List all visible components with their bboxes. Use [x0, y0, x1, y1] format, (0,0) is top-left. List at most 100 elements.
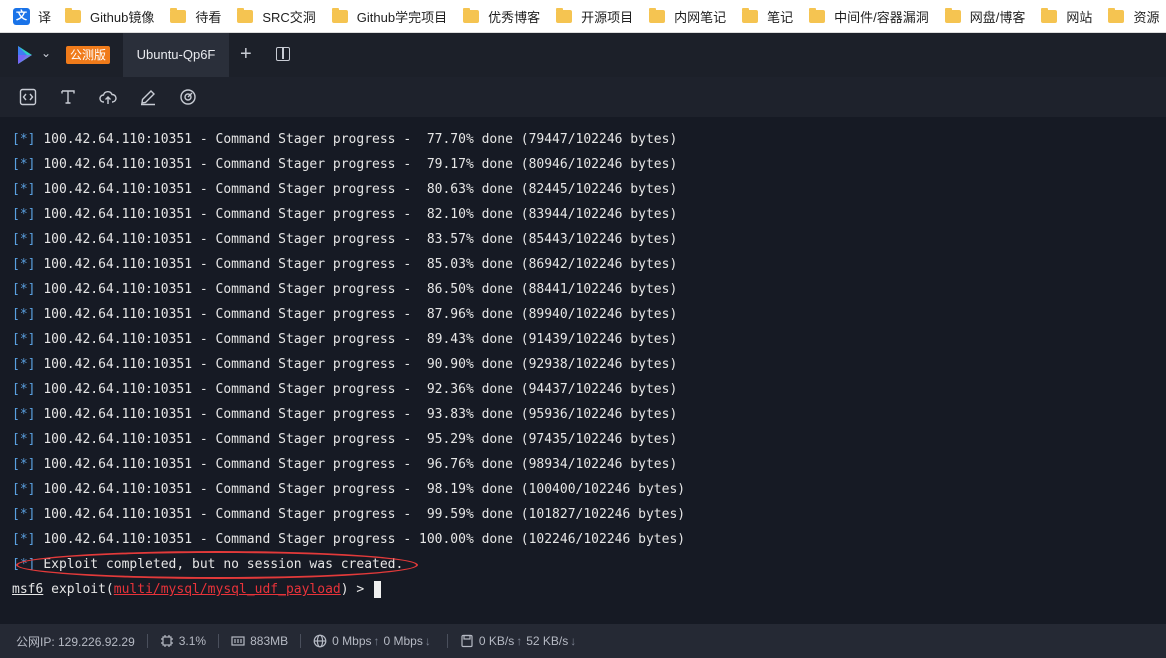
beta-badge: 公测版	[66, 46, 111, 64]
terminal-line: [*] 100.42.64.110:10351 - Command Stager…	[12, 252, 677, 277]
highlight-ellipse	[16, 551, 418, 579]
upload-cloud-icon[interactable]	[99, 88, 117, 106]
divider	[218, 634, 220, 648]
terminal-line: [*] 100.42.64.110:10351 - Command Stager…	[12, 427, 677, 452]
bookmark-folder[interactable]: 开源项目	[556, 7, 633, 26]
status-tag: [*]	[12, 132, 36, 147]
bookmark-label: Github学完项目	[356, 9, 448, 25]
divider	[300, 634, 302, 648]
progress-text: 100.42.64.110:10351 - Command Stager pro…	[43, 457, 678, 472]
app-tab-bar: ⌄ 公测版 Ubuntu-Qp6F +	[0, 33, 1166, 77]
folder-icon	[944, 7, 961, 23]
code-icon[interactable]	[19, 88, 37, 106]
progress-text: 100.42.64.110:10351 - Command Stager pro…	[43, 307, 678, 322]
chevron-down-icon[interactable]: ⌄	[41, 46, 51, 60]
folder-icon	[556, 7, 573, 23]
bookmark-folder[interactable]: 网站	[1041, 7, 1092, 26]
bookmark-label: 译	[38, 9, 52, 25]
bookmark-folder[interactable]: 内网笔记	[649, 7, 726, 26]
terminal-line: [*] 100.42.64.110:10351 - Command Stager…	[12, 202, 677, 227]
status-tag: [*]	[12, 282, 36, 297]
prompt-module: multi/mysql/mysql_udf_payload	[113, 582, 341, 597]
disk-icon	[461, 634, 473, 648]
gauge-icon[interactable]	[179, 88, 197, 106]
tab-ubuntu[interactable]: Ubuntu-Qp6F	[123, 33, 229, 77]
progress-text: 100.42.64.110:10351 - Command Stager pro…	[43, 207, 678, 222]
disk-usage: 0 KB/s ↑ 52 KB/s ↓	[460, 634, 580, 648]
terminal-line: [*] 100.42.64.110:10351 - Command Stager…	[12, 127, 677, 152]
terminal-cursor	[374, 581, 382, 598]
bookmark-folder[interactable]: 优秀博客	[463, 7, 540, 26]
add-tab-icon[interactable]: +	[240, 43, 252, 65]
terminal-line: [*] 100.42.64.110:10351 - Command Stager…	[12, 277, 677, 302]
status-tag: [*]	[12, 382, 36, 397]
bookmark-label: 中间件/容器漏洞	[834, 9, 929, 25]
translate-icon: 文	[13, 7, 30, 25]
status-tag: [*]	[12, 157, 36, 172]
bookmark-folder[interactable]: 待看	[170, 7, 221, 26]
bookmark-label: SRC交洞	[262, 9, 316, 25]
bookmark-folder[interactable]: Github镜像	[65, 7, 154, 26]
bookmark-label: 笔记	[767, 9, 794, 25]
progress-text: 100.42.64.110:10351 - Command Stager pro…	[43, 332, 678, 347]
bookmark-translate[interactable]: 文 译	[13, 7, 51, 26]
bookmarks-bar: 文 译 Github镜像 待看 SRC交洞 Github学完项目 优秀博客 开源项目 内网笔…	[0, 0, 1166, 33]
bookmark-label: 资源	[1133, 9, 1160, 25]
app-logo-icon[interactable]	[14, 44, 36, 66]
bookmark-label: 开源项目	[581, 9, 634, 25]
progress-text: 100.42.64.110:10351 - Command Stager pro…	[43, 407, 678, 422]
progress-text: 100.42.64.110:10351 - Command Stager pro…	[43, 257, 678, 272]
progress-text: 100.42.64.110:10351 - Command Stager pro…	[43, 382, 678, 397]
folder-icon	[65, 7, 82, 23]
prompt-command-prefix: exploit(	[51, 582, 114, 597]
terminal-line: [*] 100.42.64.110:10351 - Command Stager…	[12, 452, 677, 477]
split-view-icon[interactable]	[276, 47, 290, 61]
bookmark-folder[interactable]: 中间件/容器漏洞	[809, 7, 929, 26]
cpu-icon	[160, 635, 173, 647]
folder-icon	[1108, 7, 1125, 23]
bookmark-label: Github镜像	[90, 9, 155, 25]
folder-icon	[809, 7, 826, 23]
progress-text: 100.42.64.110:10351 - Command Stager pro…	[43, 507, 686, 522]
arrow-up-icon: ↑	[373, 634, 380, 648]
folder-icon	[742, 7, 759, 23]
memory-value: 883MB	[250, 634, 289, 648]
terminal-line: [*] 100.42.64.110:10351 - Command Stager…	[12, 327, 677, 352]
progress-text: 100.42.64.110:10351 - Command Stager pro…	[43, 182, 678, 197]
status-bar: 公网IP: 129.226.92.29 3.1% 883MB 0 Mbps ↑ …	[0, 624, 1166, 658]
toolbar	[0, 77, 1166, 117]
text-icon[interactable]	[59, 88, 77, 106]
bookmark-folder[interactable]: SRC交洞	[237, 7, 316, 26]
progress-text: 100.42.64.110:10351 - Command Stager pro…	[43, 532, 686, 547]
status-tag: [*]	[12, 332, 36, 347]
bookmark-label: 优秀博客	[488, 9, 541, 25]
terminal-line: [*] 100.42.64.110:10351 - Command Stager…	[12, 377, 677, 402]
folder-icon	[331, 7, 348, 23]
status-tag: [*]	[12, 257, 36, 272]
network-usage: 0 Mbps ↑ 0 Mbps ↓	[313, 634, 435, 648]
status-tag: [*]	[12, 307, 36, 322]
prompt-command-suffix: ) >	[340, 582, 365, 597]
command-prompt[interactable]: msf6 exploit(multi/mysql/mysql_udf_paylo…	[12, 577, 382, 602]
terminal-line: [*] 100.42.64.110:10351 - Command Stager…	[12, 177, 677, 202]
edit-icon[interactable]	[139, 88, 157, 106]
bookmark-folder[interactable]: 网盘/博客	[944, 7, 1025, 26]
bookmark-folder[interactable]: Github学完项目	[331, 7, 448, 26]
status-tag: [*]	[12, 357, 36, 372]
bookmark-folder[interactable]: 笔记	[742, 7, 793, 26]
status-tag: [*]	[12, 507, 36, 522]
arrow-up-icon: ↑	[516, 634, 523, 648]
terminal-line: [*] 100.42.64.110:10351 - Command Stager…	[12, 502, 685, 527]
progress-text: 100.42.64.110:10351 - Command Stager pro…	[43, 157, 678, 172]
terminal-line: [*] 100.42.64.110:10351 - Command Stager…	[12, 227, 677, 252]
terminal-line: [*] 100.42.64.110:10351 - Command Stager…	[12, 152, 677, 177]
status-tag: [*]	[12, 457, 36, 472]
cpu-usage: 3.1%	[160, 634, 206, 648]
folder-icon	[170, 7, 187, 23]
terminal-line: [*] 100.42.64.110:10351 - Command Stager…	[12, 527, 685, 552]
arrow-down-icon: ↓	[570, 634, 577, 648]
terminal-line: [*] 100.42.64.110:10351 - Command Stager…	[12, 302, 677, 327]
status-tag: [*]	[12, 532, 36, 547]
bookmark-folder[interactable]: 资源	[1108, 7, 1159, 26]
terminal-output[interactable]: [*] 100.42.64.110:10351 - Command Stager…	[0, 117, 1166, 624]
